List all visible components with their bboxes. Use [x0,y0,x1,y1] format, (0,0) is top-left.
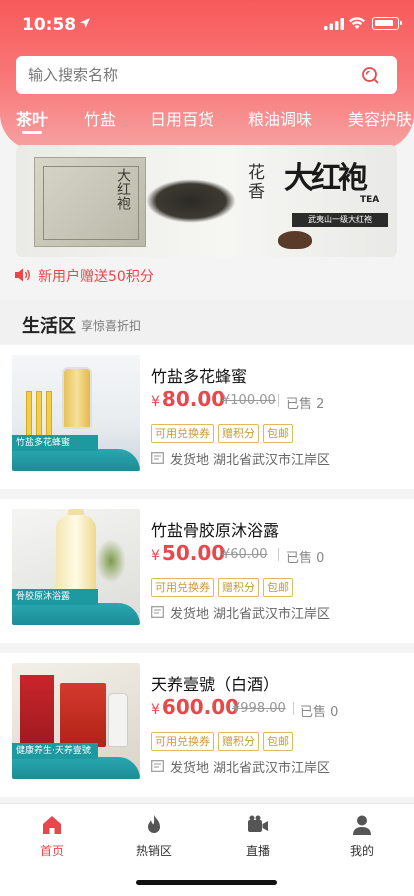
product-image[interactable]: 竹盐多花蜂蜜 [12,355,140,471]
tag-coupon: 可用兑换券 [151,578,214,597]
product-price: ¥50.00 [151,541,226,565]
signal-icon [324,18,344,30]
location-arrow-icon [80,18,90,28]
product-name[interactable]: 竹盐骨胶原沐浴露 [151,517,279,541]
product-original-price: ¥100.00 [222,393,276,408]
status-time: 10:58 [22,15,77,35]
tab-beauty[interactable]: 美容护肤 [348,106,412,130]
tag-points: 赠积分 [218,732,259,751]
product-image[interactable]: 健康养生·天养壹號 [12,663,140,779]
shipping-icon [151,452,164,464]
divider [293,702,294,715]
product-name[interactable]: 竹盐多花蜂蜜 [151,363,247,387]
product-price: ¥80.00 [151,387,226,411]
product-tags: 可用兑换券 赠积分 包邮 [151,422,297,443]
promo-banner[interactable]: 大红袍 花香 大红袍 TEA 武夷山一级大红袍 [16,145,397,257]
shipping-label: 发货地 [170,761,210,776]
product-card[interactable]: 健康养生·天养壹號 天养壹號（白酒） ¥600.00 ¥998.00 已售 0 … [0,653,414,797]
speaker-icon [15,268,30,282]
tab-daily-goods[interactable]: 日用百货 [150,106,214,130]
home-icon [43,816,61,834]
shipping-location: 湖北省武汉市江岸区 [213,607,331,622]
banner-tea-leaves [146,179,236,223]
product-original-price: ¥998.00 [232,701,286,716]
banner-box-text: 大红袍 [115,168,131,210]
category-tabs: 茶叶 竹盐 日用百货 粮油调味 美容护肤 [0,100,414,140]
banner-calligraphy: 大红袍 [284,161,368,196]
product-tags: 可用兑换券 赠积分 包邮 [151,730,297,751]
product-sold-count: 已售 2 [286,397,325,412]
product-original-price: ¥60.00 [222,547,268,562]
section-header: 生活区 享惊喜折扣 [0,300,414,344]
tab-label: 热销区 [135,844,172,858]
divider [278,548,279,561]
product-card[interactable]: 竹盐多花蜂蜜 竹盐多花蜂蜜 ¥80.00 ¥100.00 已售 2 可用兑换券赠… [0,345,414,489]
active-tab-indicator [22,131,42,134]
tab-label: 我的 [349,844,374,858]
home-indicator [136,880,277,885]
tab-home[interactable]: 首页 [12,814,92,859]
divider [278,394,279,407]
tag-coupon: 可用兑换券 [151,732,214,751]
teapot-icon [278,231,312,249]
product-tags: 可用兑换券 赠积分 包邮 [151,576,297,597]
tag-coupon: 可用兑换券 [151,424,214,443]
section-subtitle: 享惊喜折扣 [81,319,142,333]
product-sold-count: 已售 0 [286,551,325,566]
shipping-label: 发货地 [170,453,210,468]
section-title: 生活区 [22,316,76,337]
search-input[interactable] [28,56,348,94]
tag-free-shipping: 包邮 [263,578,293,597]
product-sold-count: 已售 0 [300,705,339,720]
product-price: ¥600.00 [151,695,240,719]
tab-live[interactable]: 直播 [218,814,298,859]
video-icon [248,815,268,832]
tab-bamboo-salt[interactable]: 竹盐 [84,106,116,130]
shipping-label: 发货地 [170,607,210,622]
shipping-location: 湖北省武汉市江岸区 [213,453,331,468]
banner-hua-text: 花香 [244,163,264,201]
fire-icon [148,815,160,833]
status-bar: 10:58 [0,0,414,48]
promo-text: 新用户赠送50积分 [38,269,154,285]
tag-points: 赠积分 [218,578,259,597]
product-card[interactable]: 骨胶原沐浴露 竹盐骨胶原沐浴露 ¥50.00 ¥60.00 已售 0 可用兑换券… [0,499,414,643]
product-image-caption: 健康养生·天养壹號 [12,743,98,759]
shipping-icon [151,760,164,772]
tab-label: 首页 [39,844,64,858]
product-image-caption: 竹盐多花蜂蜜 [12,435,98,451]
tab-grain-oil[interactable]: 粮油调味 [248,106,312,130]
battery-icon [372,17,402,30]
banner-tea-box: 大红袍 [34,157,146,247]
product-image-caption: 骨胶原沐浴露 [12,589,98,605]
tag-points: 赠积分 [218,424,259,443]
tab-mine[interactable]: 我的 [322,814,402,859]
banner-tea-label: TEA [360,195,380,205]
tag-free-shipping: 包邮 [263,732,293,751]
banner-strip: 武夷山一级大红袍 [292,213,388,227]
wifi-icon [349,17,365,29]
tab-tea[interactable]: 茶叶 [16,106,48,130]
tab-hot-sale[interactable]: 热销区 [114,814,194,859]
search-icon[interactable] [361,66,379,84]
tag-free-shipping: 包邮 [263,424,293,443]
product-name[interactable]: 天养壹號（白酒） [151,671,279,695]
product-image[interactable]: 骨胶原沐浴露 [12,509,140,625]
person-icon [353,815,371,835]
shipping-location: 湖北省武汉市江岸区 [213,761,331,776]
tab-label: 直播 [245,844,270,858]
shipping-icon [151,606,164,618]
search-bar[interactable] [16,56,397,94]
